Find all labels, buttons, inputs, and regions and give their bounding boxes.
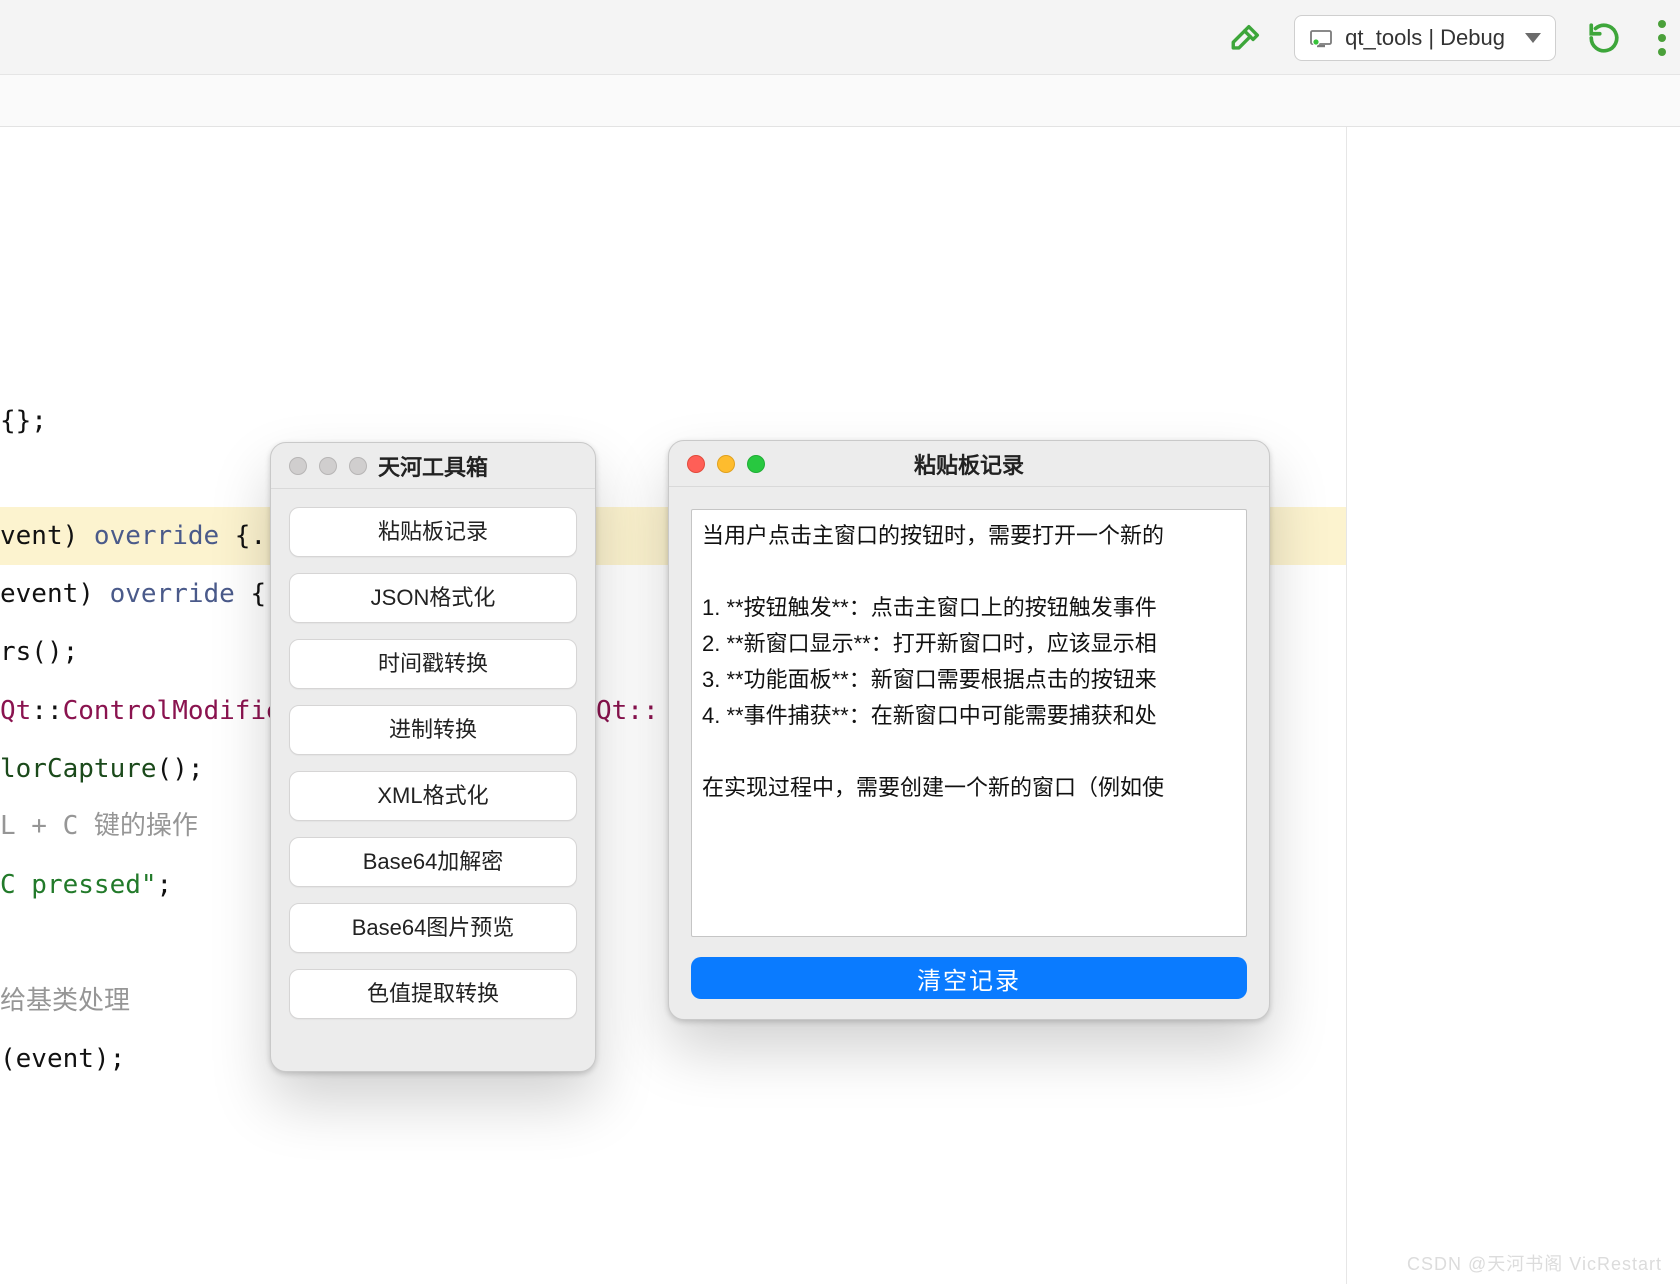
toolbox-button-4[interactable]: XML格式化: [289, 771, 577, 821]
run-reload-icon[interactable]: [1584, 18, 1624, 58]
clipboard-title: 粘贴板记录: [669, 448, 1269, 480]
toolbox-button-3[interactable]: 进制转换: [289, 705, 577, 755]
code-line: 给基类处理: [0, 972, 130, 1030]
code-line: event) override {: [0, 565, 266, 623]
clear-records-button[interactable]: 清空记录: [691, 957, 1247, 999]
run-target-selector[interactable]: qt_tools | Debug: [1294, 15, 1556, 61]
clipboard-titlebar[interactable]: 粘贴板记录: [669, 441, 1269, 487]
toolbar-right-group: qt_tools | Debug: [1226, 0, 1668, 75]
clipboard-textarea[interactable]: 当用户点击主窗口的按钮时，需要打开一个新的 1. **按钮触发**：点击主窗口上…: [691, 509, 1247, 937]
chevron-down-icon: [1525, 33, 1541, 43]
code-line: {};: [0, 392, 47, 450]
target-kit-icon: [1309, 26, 1333, 50]
code-line: rs();: [0, 623, 78, 681]
code-line: C pressed";: [0, 856, 172, 914]
toolbox-button-0[interactable]: 粘贴板记录: [289, 507, 577, 557]
clipboard-body: 当用户点击主窗口的按钮时，需要打开一个新的 1. **按钮触发**：点击主窗口上…: [669, 487, 1269, 1019]
code-line: Qt::ControlModifie: [0, 682, 282, 740]
run-target-label: qt_tools | Debug: [1345, 25, 1505, 51]
clipboard-window: 粘贴板记录 当用户点击主窗口的按钮时，需要打开一个新的 1. **按钮触发**：…: [668, 440, 1270, 1020]
code-line: (event);: [0, 1030, 125, 1088]
toolbox-titlebar[interactable]: 天河工具箱: [271, 443, 595, 489]
toolbox-window: 天河工具箱 粘贴板记录 JSON格式化时间戳转换进制转换 XML格式化 Base64加…: [270, 442, 596, 1072]
code-fragment: Qt::: [596, 682, 659, 740]
code-line: vent) override {..: [0, 507, 282, 565]
toolbar-overflow-icon[interactable]: [1658, 20, 1668, 56]
toolbox-button-7[interactable]: 色值提取转换: [289, 969, 577, 1019]
watermark: CSDN @天河书阁 VicRestart: [1407, 1250, 1662, 1276]
toolbox-button-5[interactable]: Base64加解密: [289, 837, 577, 887]
toolbox-button-2[interactable]: 时间戳转换: [289, 639, 577, 689]
ide-toolbar: qt_tools | Debug: [0, 0, 1680, 75]
toolbox-title: 天河工具箱: [271, 450, 595, 482]
ide-right-panel: [1346, 127, 1680, 1284]
build-hammer-icon[interactable]: [1226, 18, 1266, 58]
ide-subtoolbar: [0, 75, 1680, 127]
code-line: lorCapture();: [0, 740, 204, 798]
toolbox-body: 粘贴板记录 JSON格式化时间戳转换进制转换 XML格式化 Base64加解密 Base…: [271, 489, 595, 1037]
toolbox-button-6[interactable]: Base64图片预览: [289, 903, 577, 953]
code-line: L + C 键的操作: [0, 797, 198, 855]
toolbox-button-1[interactable]: JSON格式化: [289, 573, 577, 623]
